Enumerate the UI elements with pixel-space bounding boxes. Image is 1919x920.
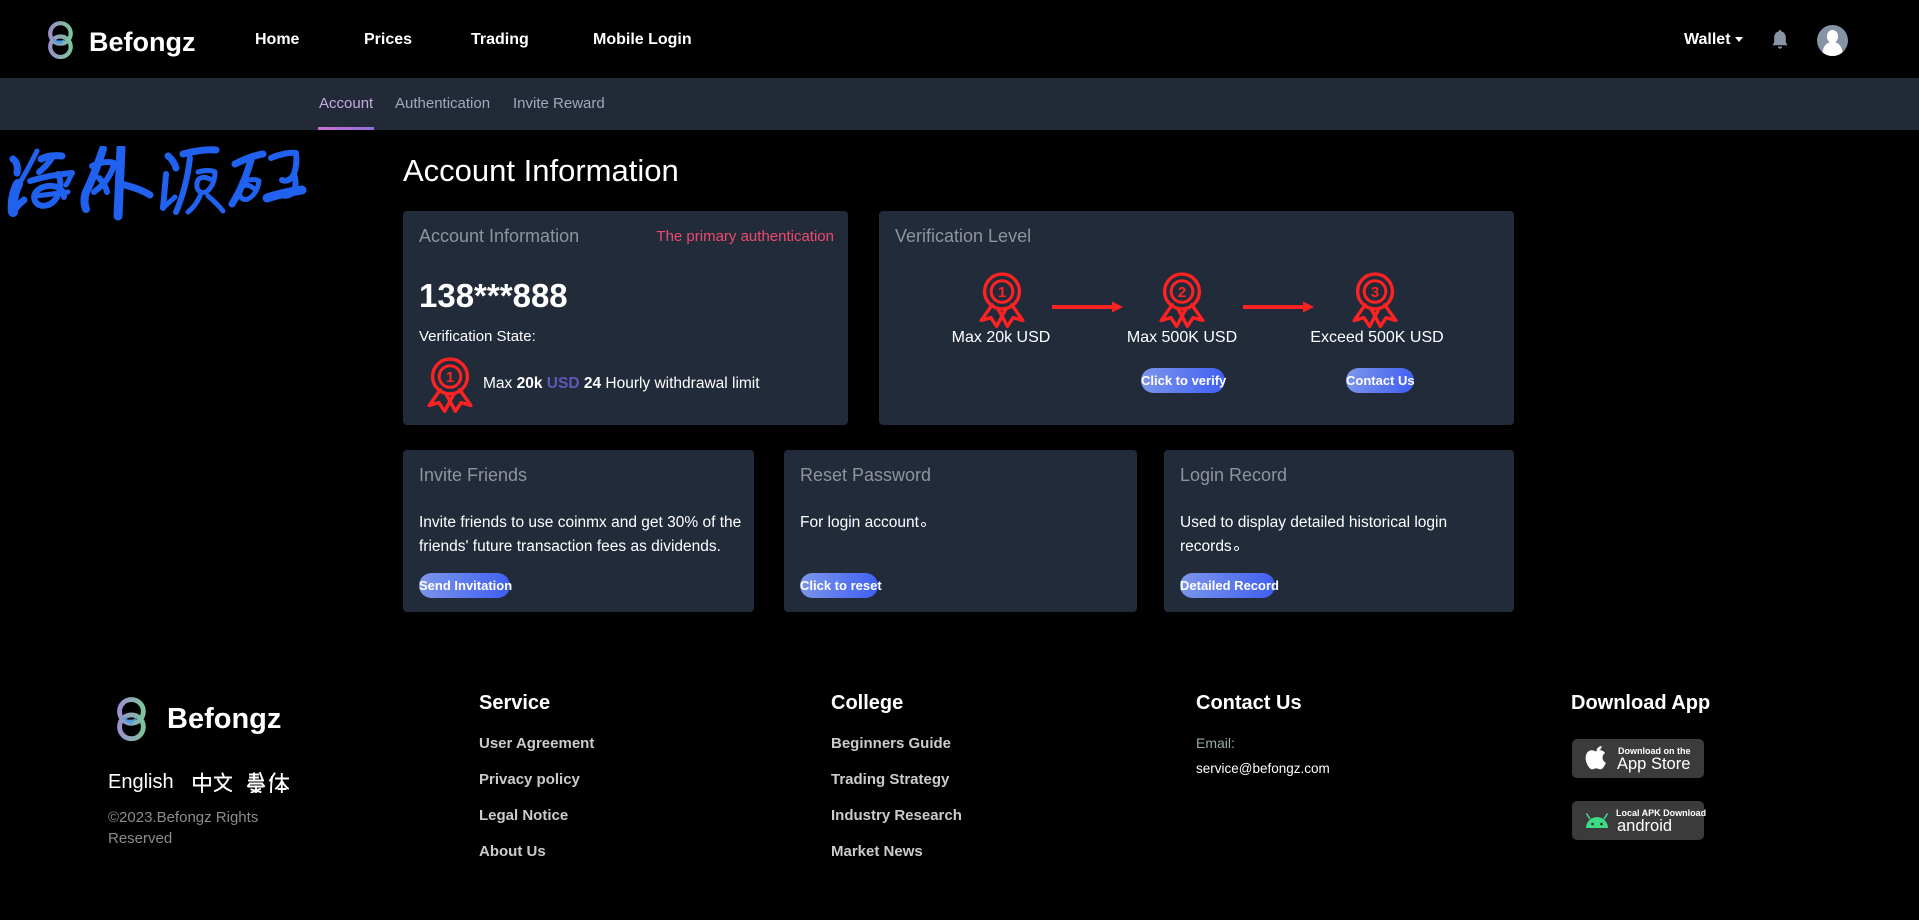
svg-text:2: 2 [1178,284,1186,301]
svg-text:1: 1 [446,369,454,386]
svg-text:3: 3 [1371,284,1379,301]
svg-text:1: 1 [998,284,1006,301]
